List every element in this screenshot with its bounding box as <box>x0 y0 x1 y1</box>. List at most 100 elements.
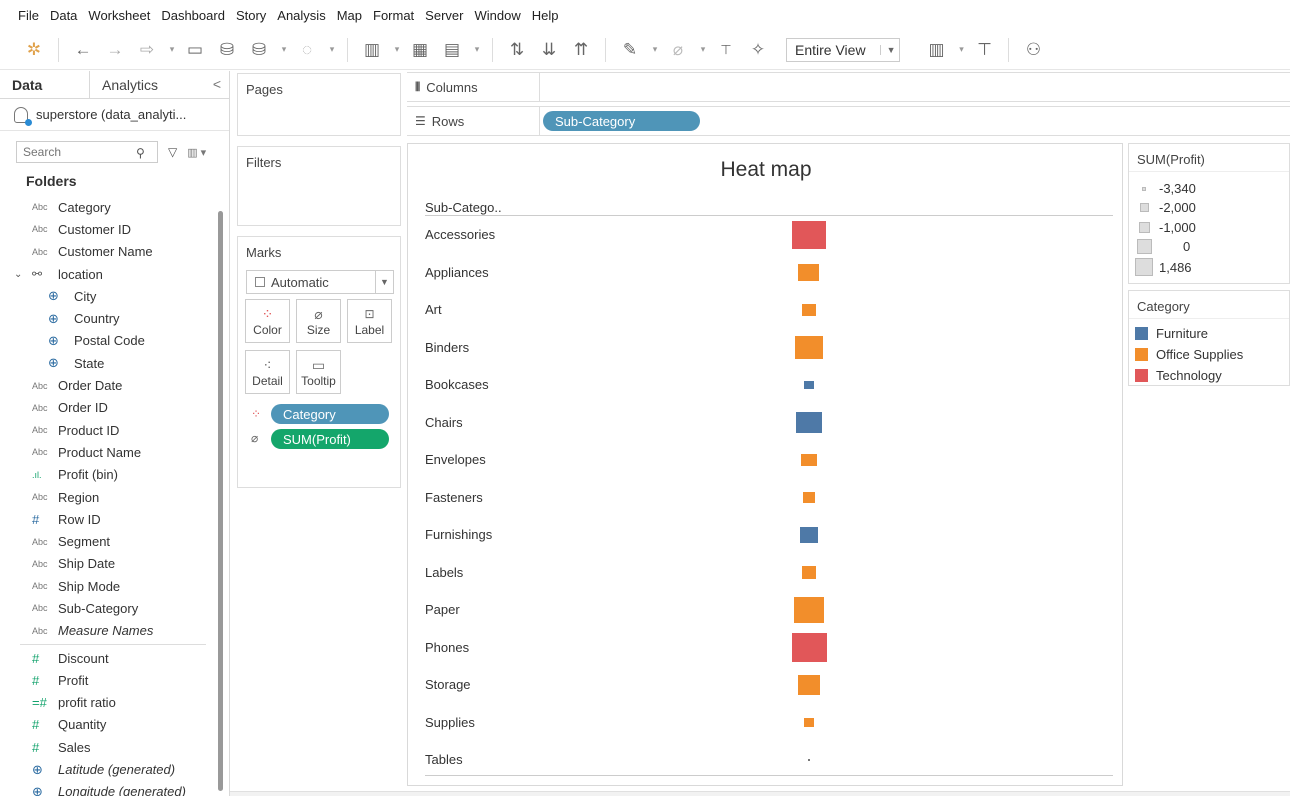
color-legend-item[interactable]: Furniture <box>1129 323 1289 344</box>
field-item[interactable]: .ıl. Profit (bin) <box>0 464 218 486</box>
field-item[interactable]: Abc Region <box>0 486 218 508</box>
replay-icon[interactable]: ⇨ <box>135 37 159 63</box>
pause-dropdown-icon[interactable]: ▾ <box>279 37 289 63</box>
undo-icon[interactable]: ← <box>71 37 95 63</box>
size-legend-item[interactable]: 1,486 <box>1135 258 1192 276</box>
clear-dropdown-icon[interactable]: ▾ <box>472 37 482 63</box>
heatmap-mark[interactable] <box>796 411 822 434</box>
field-item[interactable]: Abc Order ID <box>0 397 218 419</box>
heatmap-mark[interactable] <box>801 303 817 317</box>
replay-dropdown-icon[interactable]: ▾ <box>167 37 177 63</box>
row-label[interactable]: Appliances <box>425 265 489 280</box>
menu-story[interactable]: Story <box>236 8 266 23</box>
field-item[interactable]: Abc Product Name <box>0 441 218 463</box>
refresh-dropdown-icon[interactable]: ▾ <box>327 37 337 63</box>
datasource-item[interactable]: superstore (data_analyti... <box>0 99 229 131</box>
tab-data[interactable]: Data <box>0 71 90 99</box>
row-label[interactable]: Bookcases <box>425 377 489 392</box>
heatmap-mark[interactable] <box>808 759 810 761</box>
field-item[interactable]: # Row ID <box>0 508 218 530</box>
heatmap-mark[interactable] <box>801 453 817 467</box>
menu-analysis[interactable]: Analysis <box>277 8 325 23</box>
menu-format[interactable]: Format <box>373 8 414 23</box>
new-datasource-icon[interactable]: ⛁ <box>215 37 239 63</box>
refresh-icon[interactable]: ◌ <box>295 37 319 63</box>
rows-shelf[interactable]: ☰ Rows Sub-Category <box>407 106 1290 136</box>
sort-descending-icon[interactable]: ⇈ <box>569 37 593 63</box>
row-label[interactable]: Accessories <box>425 227 495 242</box>
color-button[interactable]: ⁘ Color <box>245 299 290 343</box>
tab-analytics[interactable]: Analytics <box>90 71 170 99</box>
heatmap-mark[interactable] <box>795 335 823 360</box>
field-item[interactable]: Abc Ship Mode <box>0 575 218 597</box>
row-label[interactable]: Tables <box>425 752 463 767</box>
duplicate-icon[interactable]: ▦ <box>408 37 432 63</box>
chevron-down-icon[interactable]: ⌄ <box>14 269 22 280</box>
field-item[interactable]: Abc Measure Names <box>0 620 218 642</box>
size-legend-item[interactable]: -1,000 <box>1135 220 1196 235</box>
menu-data[interactable]: Data <box>50 8 77 23</box>
tooltip-button[interactable]: ▭ Tooltip <box>296 350 341 394</box>
view-options-icon[interactable]: ▥ ▾ <box>187 146 206 159</box>
heatmap-mark[interactable] <box>799 527 819 543</box>
field-item[interactable]: # Quantity <box>0 714 218 736</box>
redo-icon[interactable]: → <box>103 37 127 63</box>
search-icon[interactable]: ⚲ <box>136 146 145 160</box>
sum-profit-pill[interactable]: SUM(Profit) <box>271 429 389 449</box>
menu-worksheet[interactable]: Worksheet <box>88 8 150 23</box>
row-label[interactable]: Labels <box>425 565 463 580</box>
field-item[interactable]: ⊕ Longitude (generated) <box>0 781 218 796</box>
new-worksheet-icon[interactable]: ▥ <box>360 37 384 63</box>
swap-icon[interactable]: ⇅ <box>505 37 529 63</box>
size-legend-item[interactable]: -3,340 <box>1135 181 1196 196</box>
field-item[interactable]: Abc Segment <box>0 530 218 552</box>
menu-server[interactable]: Server <box>425 8 463 23</box>
field-item[interactable]: =# profit ratio <box>0 692 218 714</box>
field-item[interactable]: # Sales <box>0 736 218 758</box>
pages-card[interactable]: Pages <box>237 73 401 136</box>
row-label[interactable]: Binders <box>425 340 469 355</box>
menu-window[interactable]: Window <box>474 8 520 23</box>
mark-type-dropdown[interactable]: Automatic ▼ <box>246 270 394 294</box>
field-item[interactable]: Abc Sub-Category <box>0 597 218 619</box>
heatmap-mark[interactable] <box>803 717 815 728</box>
field-item[interactable]: Abc Category <box>0 196 218 218</box>
size-legend-item[interactable]: -2,000 <box>1135 200 1196 215</box>
presentation-mode-icon[interactable]: ⊤ <box>972 37 996 63</box>
field-list-scrollbar[interactable] <box>218 211 223 791</box>
show-cards-icon[interactable]: ▥ <box>924 37 948 63</box>
fit-dropdown[interactable]: Entire View ▼ <box>786 37 901 62</box>
color-legend-item[interactable]: Technology <box>1129 365 1289 386</box>
filters-card[interactable]: Filters <box>237 146 401 226</box>
field-item[interactable]: ⊕ Postal Code <box>0 330 218 352</box>
row-label[interactable]: Phones <box>425 640 469 655</box>
heatmap-mark[interactable] <box>797 675 821 695</box>
heatmap-mark[interactable] <box>794 597 824 623</box>
heatmap-mark[interactable] <box>801 566 817 579</box>
field-item[interactable]: ⊕ City <box>0 285 218 307</box>
highlight-dropdown-icon[interactable]: ▾ <box>650 37 660 63</box>
heatmap-mark[interactable] <box>804 380 814 390</box>
label-button[interactable]: ⊡ Label <box>347 299 392 343</box>
heatmap-mark[interactable] <box>792 220 826 250</box>
row-label[interactable]: Furnishings <box>425 527 492 542</box>
field-item[interactable]: Abc Customer Name <box>0 241 218 263</box>
sub-category-header[interactable]: Sub-Catego.. <box>425 200 502 215</box>
sub-category-pill[interactable]: Sub-Category <box>543 111 700 131</box>
columns-shelf[interactable]: ⦀ Columns <box>407 72 1290 102</box>
row-label[interactable]: Paper <box>425 602 460 617</box>
menu-map[interactable]: Map <box>337 8 362 23</box>
size-button[interactable]: ⌀ Size <box>296 299 341 343</box>
row-label[interactable]: Supplies <box>425 715 475 730</box>
group-dropdown-icon[interactable]: ▾ <box>698 37 708 63</box>
pause-updates-icon[interactable]: ⛁ <box>247 37 271 63</box>
viz-area[interactable]: Heat map Sub-Catego.. Accessories Applian… <box>407 143 1123 786</box>
row-label[interactable]: Art <box>425 302 442 317</box>
size-legend-item[interactable]: 0 <box>1135 238 1190 254</box>
field-item[interactable]: Abc Customer ID <box>0 218 218 240</box>
highlight-icon[interactable]: ✎ <box>618 37 642 63</box>
color-legend-item[interactable]: Office Supplies <box>1129 344 1289 365</box>
show-cards-dropdown-icon[interactable]: ▾ <box>956 37 966 63</box>
heatmap-mark[interactable] <box>791 632 827 663</box>
field-item[interactable]: ⊕ Latitude (generated) <box>0 758 218 780</box>
